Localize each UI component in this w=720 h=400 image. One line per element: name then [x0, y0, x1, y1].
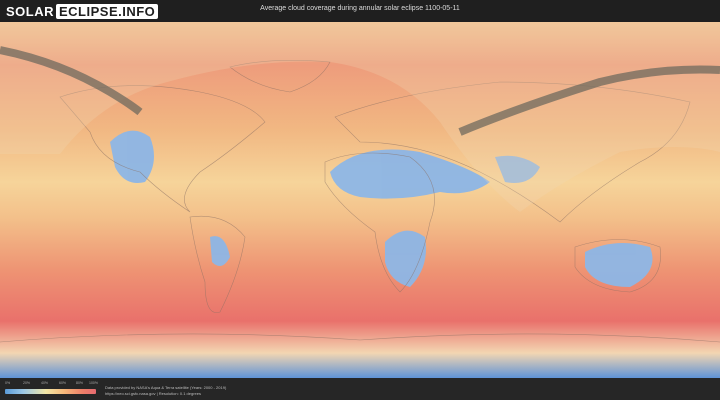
source-link[interactable]: https://neo.sci.gsfc.nasa.gov | Resoluti… — [105, 391, 201, 396]
legend-tick-40: 40% — [41, 381, 49, 385]
legend-tick-80: 80% — [76, 381, 84, 385]
legend-tick-100: 100% — [89, 381, 98, 385]
top-bar: SOLAR ECLIPSE.INFO Average cloud coverag… — [0, 0, 720, 22]
data-credit: Data provided by NASA's Aqua & Terra sat… — [105, 385, 227, 390]
legend-colorbar — [5, 389, 96, 394]
footer: 0% 20% 40% 60% 80% 100% Data provided by… — [0, 378, 720, 400]
legend-tick-60: 60% — [59, 381, 67, 385]
page-title: Average cloud coverage during annular so… — [260, 5, 460, 12]
legend-tick-0: 0% — [5, 381, 11, 385]
cloud-coverage-map — [0, 22, 720, 378]
legend-tick-20: 20% — [23, 381, 31, 385]
